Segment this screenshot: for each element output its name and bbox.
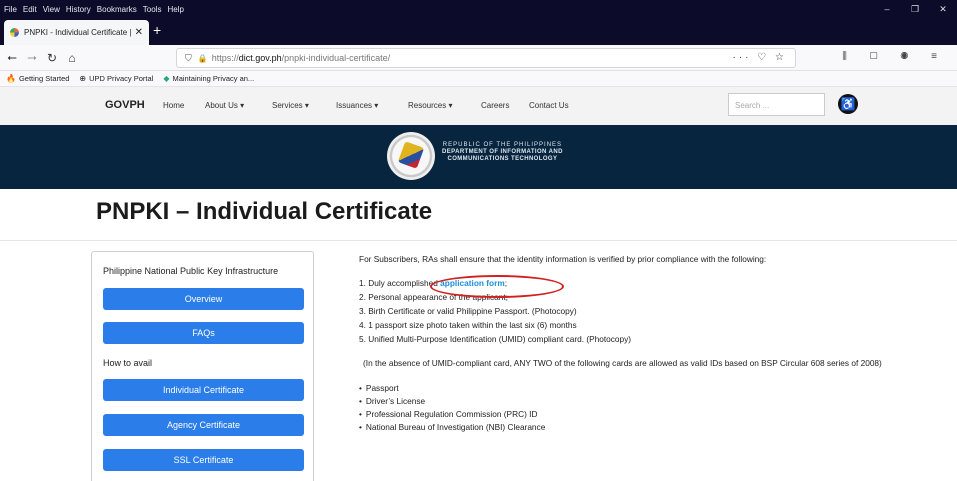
banner-line3: COMMUNICATIONS TECHNOLOGY [447,156,558,162]
requirement-item: 3. Birth Certificate or valid Philippine… [359,306,577,316]
bookmark-label: Maintaining Privacy an... [172,74,255,83]
umid-note: (In the absence of UMID-compliant card, … [363,358,882,368]
url-bar[interactable]: ⛉ 🔒 https://dict.gov.ph/pnpki-individual… [176,48,796,68]
menu-bookmarks[interactable]: Bookmarks [97,5,137,14]
nav-careers[interactable]: Careers [481,101,509,110]
close-window-button[interactable]: ✕ [929,4,957,15]
dict-seal-logo [387,132,435,180]
new-tab-button[interactable]: + [153,22,161,38]
page-actions-icons[interactable]: ··· ♡ ☆ [733,52,787,63]
bookmark-maintaining-privacy[interactable]: ◆ Maintaining Privacy an... [163,74,254,83]
menu-file[interactable]: File [4,5,17,14]
menu-tools[interactable]: Tools [143,5,162,14]
requirement-item: 2. Personal appearance of the applicant; [359,292,508,302]
nav-resources[interactable]: Resources ▾ [408,101,452,110]
menu-bar: File Edit View History Bookmarks Tools H… [0,0,957,18]
menu-history[interactable]: History [66,5,91,14]
site-search-input[interactable]: Search ... [728,93,825,116]
agency-certificate-button[interactable]: Agency Certificate [103,414,304,436]
home-icon[interactable]: ⌂ [64,51,80,65]
accessibility-icon[interactable]: ♿ [838,94,858,114]
bookmark-site-icon: ◆ [163,74,170,83]
forward-arrow-icon[interactable]: ⭢ [24,50,40,65]
title-divider [0,240,957,241]
url-path: /pnpki-individual-certificate/ [281,53,391,63]
bookmark-getting-started[interactable]: 🔥 Getting Started [6,74,69,83]
toolbar-icons[interactable]: ⫼ ▢ ◉ ≡ [842,51,947,62]
id-list-item: Passport [359,383,919,394]
overview-button[interactable]: Overview [103,288,304,310]
back-arrow-icon[interactable]: ⭠ [4,50,20,65]
id-list-item: Driver’s License [359,396,919,407]
requirement-item: 5. Unified Multi-Purpose Identification … [359,334,632,344]
browser-tab[interactable]: PNPKI - Individual Certificate | ✕ [4,20,149,45]
bookmarks-bar: 🔥 Getting Started ⊕ UPD Privacy Portal ◆ Ma… [0,71,957,87]
sidebar-title: Philippine National Public Key Infrastru… [103,266,279,276]
site-favicon-icon [10,28,19,37]
menu-help[interactable]: Help [167,5,183,14]
nav-contact-us[interactable]: Contact Us [529,101,569,110]
valid-ids-list: Passport Driver’s License Professional R… [359,383,919,433]
url-domain: dict.gov.ph [238,53,282,63]
tab-close-icon[interactable]: ✕ [135,27,143,38]
lock-icon[interactable]: 🔒 [198,54,208,63]
menu-view[interactable]: View [43,5,60,14]
tab-strip: PNPKI - Individual Certificate | ✕ + [0,18,957,45]
navigation-toolbar: ⭠ ⭢ ↻ ⌂ ⛉ 🔒 https://dict.gov.ph/pnpki-in… [0,45,957,71]
intro-text: For Subscribers, RAs shall ensure that t… [359,254,767,264]
page-title: PNPKI – Individual Certificate [96,198,433,225]
dict-banner: REPUBLIC OF THE PHILIPPINES DEPARTMENT O… [0,125,957,189]
govph-logo[interactable]: GOVPH [105,99,145,111]
nav-about-us[interactable]: About Us ▾ [205,101,244,110]
url-prefix: https:// [211,53,239,63]
minimize-button[interactable]: – [873,4,901,14]
nav-services[interactable]: Services ▾ [272,101,309,110]
nav-issuances[interactable]: Issuances ▾ [336,101,378,110]
restore-button[interactable]: ❐ [901,4,929,15]
faqs-button[interactable]: FAQs [103,322,304,344]
ssl-certificate-button[interactable]: SSL Certificate [103,449,304,471]
red-highlight-circle [430,275,564,298]
tracking-shield-icon[interactable]: ⛉ [185,53,192,64]
banner-line1: REPUBLIC OF THE PHILIPPINES [442,142,563,148]
window-controls: – ❐ ✕ [873,0,957,18]
how-to-avail-label: How to avail [103,358,153,368]
globe-icon: ⊕ [79,74,87,83]
banner-line2: DEPARTMENT OF INFORMATION AND [442,149,563,155]
id-list-item: Professional Regulation Commission (PRC)… [359,409,919,420]
id-list-item: National Bureau of Investigation (NBI) C… [359,422,919,433]
sidebar-panel: Philippine National Public Key Infrastru… [91,251,314,481]
requirement-text: 1. Duly accomplished [359,278,441,288]
individual-certificate-button[interactable]: Individual Certificate [103,379,304,401]
bookmark-upd-privacy[interactable]: ⊕ UPD Privacy Portal [79,74,153,83]
bookmark-label: Getting Started [18,74,70,83]
firefox-icon: 🔥 [6,74,16,83]
nav-home[interactable]: Home [163,101,184,110]
reload-icon[interactable]: ↻ [44,51,60,65]
menu-edit[interactable]: Edit [23,5,37,14]
requirement-item: 4. 1 passport size photo taken within th… [359,320,577,330]
tab-title: PNPKI - Individual Certificate | [24,28,131,37]
banner-text: REPUBLIC OF THE PHILIPPINES DEPARTMENT O… [442,142,563,163]
site-navigation: GOVPH Home About Us ▾ Services ▾ Issuanc… [0,87,957,125]
bookmark-label: UPD Privacy Portal [89,74,154,83]
